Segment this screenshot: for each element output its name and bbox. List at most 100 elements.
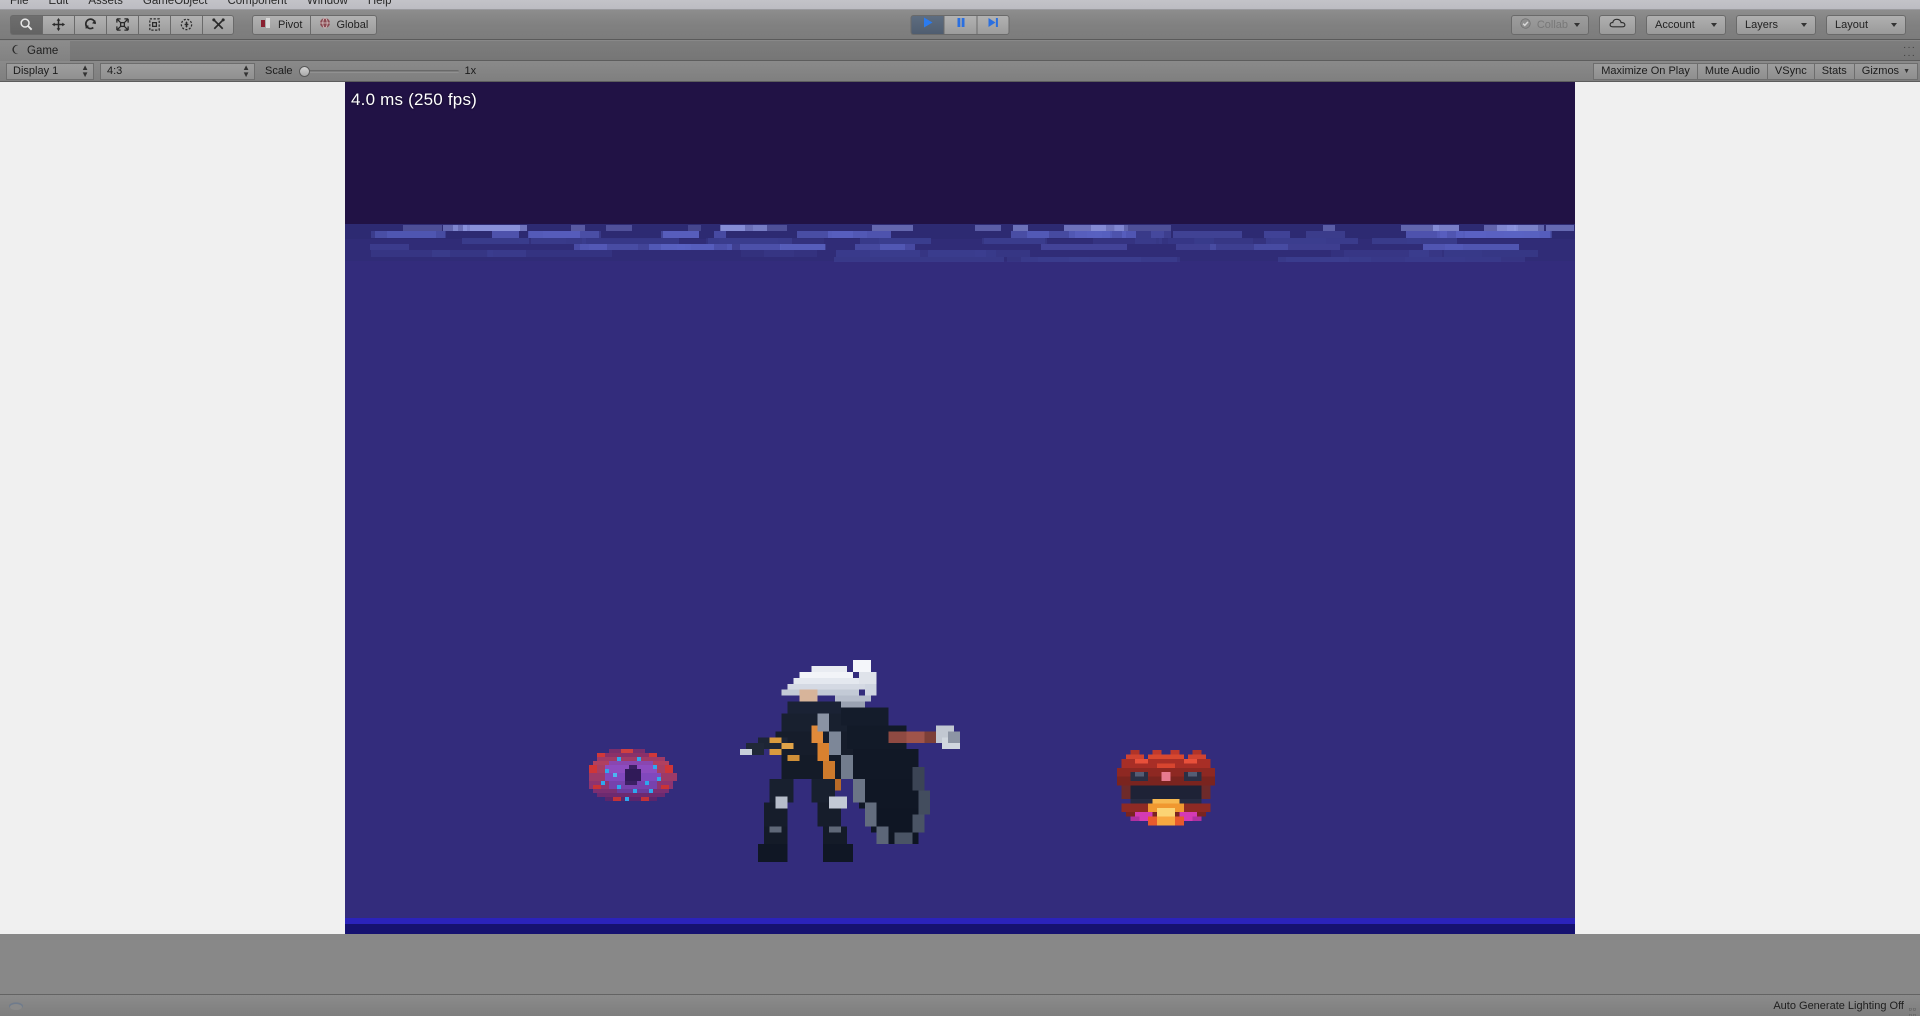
background-sky	[345, 82, 1575, 224]
game-view-letterbox-left	[0, 82, 345, 934]
game-view-letterbox-right	[1575, 82, 1920, 934]
menu-item-assets[interactable]: Assets	[78, 0, 133, 9]
pivot-mode-group: Pivot Global	[252, 14, 378, 35]
layout-label: Layout	[1835, 18, 1869, 31]
step-button[interactable]	[976, 14, 1010, 35]
background-streak	[764, 250, 817, 257]
play-icon	[921, 16, 934, 34]
scale-slider[interactable]	[298, 65, 459, 77]
game-view-canvas[interactable]: 4.0 ms (250 fps)	[345, 82, 1575, 934]
move-tool-button[interactable]	[42, 14, 74, 35]
rect-icon	[147, 17, 162, 32]
menu-bar: File Edit Assets GameObject Component Window H…	[0, 0, 1920, 10]
background-streak	[1087, 231, 1112, 238]
background-streak	[984, 238, 1045, 244]
global-label: Global	[336, 18, 369, 31]
layout-dropdown[interactable]: Layout	[1826, 14, 1906, 35]
collab-check-icon	[1520, 17, 1531, 32]
layers-label: Layers	[1745, 18, 1779, 31]
background-streak	[387, 231, 445, 238]
display-dropdown[interactable]: Display 1 ▲ ▼	[6, 62, 94, 80]
chevron-down-icon	[1711, 22, 1717, 27]
pause-button[interactable]	[943, 14, 977, 35]
background-streak	[432, 250, 493, 257]
background-streak	[1254, 244, 1340, 250]
hand-tool-button[interactable]	[10, 14, 42, 35]
aspect-label: 4:3	[107, 65, 123, 77]
vsync-label: VSync	[1774, 65, 1807, 77]
play-button[interactable]	[910, 14, 944, 35]
background-streak	[975, 225, 1001, 231]
collab-button[interactable]: Collab	[1510, 14, 1589, 35]
background-streak	[714, 231, 726, 238]
menu-item-window[interactable]: Window	[297, 0, 358, 9]
menu-item-edit[interactable]: Edit	[39, 0, 79, 9]
gizmos-dropdown[interactable]: Gizmos ▼	[1853, 62, 1918, 80]
background-streak	[1264, 231, 1290, 238]
background-streak	[1405, 257, 1501, 262]
background-streak	[1011, 231, 1049, 238]
layers-dropdown[interactable]: Layers	[1736, 14, 1816, 35]
maximize-on-play-button[interactable]: Maximize On Play	[1593, 62, 1697, 80]
display-label: Display 1	[13, 65, 59, 77]
chevron-down-icon	[1891, 22, 1897, 27]
services-cloud-button[interactable]	[1599, 14, 1636, 35]
player-character	[740, 660, 960, 863]
background-streak	[1502, 231, 1540, 238]
rotate-tool-button[interactable]	[74, 14, 106, 35]
rect-tool-button[interactable]	[138, 14, 170, 35]
step-forward-icon	[987, 16, 1000, 34]
mute-audio-button[interactable]: Mute Audio	[1696, 62, 1767, 80]
mute-label: Mute Audio	[1704, 65, 1760, 77]
menu-item-file[interactable]: File	[0, 0, 39, 9]
tab-game[interactable]: Game	[0, 40, 71, 61]
scale-tool-button[interactable]	[106, 14, 138, 35]
background-streak	[492, 231, 519, 238]
global-mode-button[interactable]: Global	[310, 14, 378, 35]
background-streak	[1069, 257, 1141, 262]
pivot-mode-button[interactable]: Pivot	[252, 14, 311, 35]
magic-vortex-projectile	[589, 749, 677, 801]
menu-item-help[interactable]: Help	[358, 0, 402, 9]
account-dropdown[interactable]: Account	[1646, 14, 1726, 35]
transform-tools-group	[10, 14, 234, 35]
resize-grip-icon[interactable]: ▫▫ ▫▫	[1909, 1005, 1917, 1016]
background-streak	[1173, 231, 1242, 238]
tab-game-label: Game	[27, 44, 59, 57]
background-streak	[834, 257, 1004, 262]
scale-label: Scale	[265, 65, 293, 77]
pivot-icon	[261, 17, 273, 32]
background-streak	[1278, 257, 1349, 262]
unity-status-icon	[8, 996, 24, 1015]
background-streak	[462, 238, 529, 244]
background-streak	[661, 231, 699, 238]
scale-icon	[115, 17, 130, 32]
scale-slider-knob[interactable]	[298, 65, 310, 77]
background-streak	[1176, 244, 1216, 250]
custom-tool-button[interactable]	[202, 14, 234, 35]
unity-editor-window: File Edit Assets GameObject Component Window H…	[0, 0, 1920, 1016]
tab-row: Game ··· ···	[0, 40, 1920, 61]
status-message: Auto Generate Lighting Off	[1773, 999, 1904, 1012]
background-streak	[1135, 238, 1162, 244]
stats-button[interactable]: Stats	[1813, 62, 1854, 80]
aspect-ratio-dropdown[interactable]: 4:3 ▲ ▼	[100, 62, 255, 80]
menu-item-component[interactable]: Component	[217, 0, 296, 9]
rotate-icon	[83, 17, 98, 32]
updown-arrows-icon: ▲ ▼	[242, 63, 250, 79]
game-view-toolbar: Display 1 ▲ ▼ 4:3 ▲ ▼ Scale 1x Maximize On…	[0, 61, 1920, 82]
background-streak	[606, 225, 632, 231]
panel-options-icon[interactable]: ··· ···	[1903, 43, 1916, 61]
chevron-down-icon	[1574, 22, 1580, 27]
toolbar-right-group: Collab Account Layers Layout	[1510, 14, 1906, 35]
updown-arrows-icon: ▲ ▼	[81, 63, 89, 79]
playback-controls-group	[910, 14, 1010, 35]
transform-tool-button[interactable]	[170, 14, 202, 35]
game-toolbar-right-group: Maximize On Play Mute Audio VSync Stats …	[1593, 62, 1918, 80]
menu-item-gameobject[interactable]: GameObject	[133, 0, 218, 9]
pause-icon	[954, 16, 967, 34]
background-streak	[1306, 231, 1345, 238]
game-view-icon	[10, 44, 21, 58]
vsync-button[interactable]: VSync	[1766, 62, 1814, 80]
globe-icon	[319, 17, 331, 32]
